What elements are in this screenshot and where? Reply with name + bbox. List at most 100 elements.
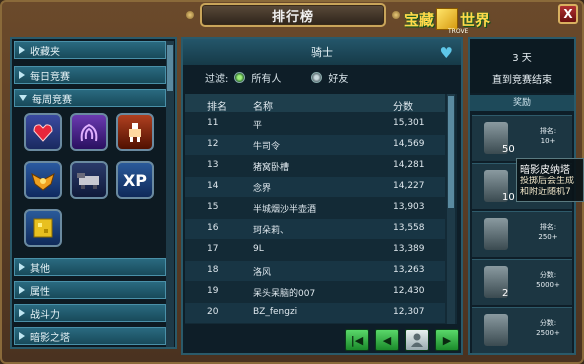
sidebar-item-shadow-tower[interactable]: 暗影之塔 bbox=[14, 327, 166, 345]
row-rank: 14 bbox=[207, 181, 219, 191]
sidebar-item-label: 战斗力 bbox=[30, 309, 60, 321]
title-rivet-right-icon bbox=[392, 11, 400, 19]
contest-days-left: 3 天 bbox=[512, 53, 532, 64]
chevron-down-icon bbox=[19, 95, 27, 101]
row-rank: 11 bbox=[207, 118, 219, 128]
reward-req-value: 2500+ bbox=[536, 329, 560, 337]
sidebar-item-attributes[interactable]: 属性 bbox=[14, 281, 166, 299]
logo-text-right: 世界 bbox=[460, 10, 491, 29]
sidebar-item-power[interactable]: 战斗力 bbox=[14, 304, 166, 322]
table-row[interactable]: 18 洛风 13,263 bbox=[185, 261, 445, 281]
logo-text-left: 宝藏 bbox=[404, 10, 435, 29]
reward-item[interactable]: 排名: 250+ bbox=[472, 211, 572, 257]
my-rank-button[interactable] bbox=[405, 329, 429, 351]
mount-icon bbox=[77, 173, 99, 189]
table-row[interactable]: 16 珂朵莉、 13,558 bbox=[185, 219, 445, 239]
row-score: 12,430 bbox=[393, 286, 425, 296]
weekly-contest-fighter[interactable] bbox=[116, 113, 154, 151]
row-rank: 13 bbox=[207, 160, 219, 170]
row-name: 半城烟沙半壶酒 bbox=[253, 205, 317, 215]
column-rank[interactable]: 排名 bbox=[207, 98, 227, 113]
tentacle-icon bbox=[80, 123, 98, 142]
reward-requirement: 排名: 10+ bbox=[528, 126, 568, 146]
logo-cube-icon bbox=[436, 8, 459, 30]
row-rank: 18 bbox=[207, 265, 219, 275]
row-score: 13,558 bbox=[393, 223, 425, 233]
table-scrollbar[interactable] bbox=[447, 94, 455, 324]
row-name: 念界 bbox=[253, 184, 272, 194]
next-page-button[interactable]: ▶ bbox=[435, 329, 459, 351]
filter-all-radio[interactable] bbox=[234, 71, 246, 83]
filter-all-label: 所有人 bbox=[251, 73, 282, 85]
sidebar-scrollbar[interactable] bbox=[166, 41, 174, 347]
table-row[interactable]: 13 猪窝卧槽 14,281 bbox=[185, 156, 445, 176]
row-name: 9L bbox=[253, 244, 264, 254]
arrow-left-icon: ◀ bbox=[382, 333, 392, 347]
contest-until-end: 直到竞赛结束 bbox=[492, 75, 552, 86]
weekly-contest-tentacle[interactable] bbox=[70, 113, 108, 151]
reward-requirement: 排名: 250+ bbox=[528, 222, 568, 242]
leaderboard-header: 骑士 ♥ bbox=[183, 39, 461, 65]
row-score: 13,263 bbox=[393, 265, 425, 275]
reward-tooltip: 暗影皮纳塔 投掷后会生成 和附近随机7 bbox=[516, 158, 584, 202]
column-score[interactable]: 分数 bbox=[393, 98, 413, 113]
reward-req-label: 排名: bbox=[539, 223, 557, 231]
sidebar-item-other[interactable]: 其他 bbox=[14, 258, 166, 276]
table-row[interactable]: 14 念界 14,227 bbox=[185, 177, 445, 197]
scrollbar-thumb[interactable] bbox=[448, 96, 454, 208]
category-sidebar: 收藏夹 每日竞赛 每周竞赛 XP 其他 属性 战斗力 暗影之塔 bbox=[10, 37, 177, 349]
sidebar-item-label: 属性 bbox=[30, 286, 50, 298]
table-row[interactable]: 19 呆头呆脑的007 12,430 bbox=[185, 282, 445, 302]
chevron-right-icon bbox=[19, 263, 25, 271]
row-rank: 16 bbox=[207, 223, 219, 233]
table-row[interactable]: 11 平 15,301 bbox=[185, 114, 445, 134]
weekly-contest-block-cube[interactable] bbox=[24, 209, 62, 247]
table-row[interactable]: 15 半城烟沙半壶酒 13,903 bbox=[185, 198, 445, 218]
row-score: 14,569 bbox=[393, 139, 425, 149]
reward-item[interactable]: 2 分数: 5000+ bbox=[472, 259, 572, 305]
weekly-contest-mount[interactable] bbox=[70, 161, 108, 199]
row-name: 珂朵莉、 bbox=[253, 226, 290, 236]
weekly-contest-heart-gem[interactable] bbox=[24, 113, 62, 151]
table-row[interactable]: 17 9L 13,389 bbox=[185, 240, 445, 260]
sidebar-item-weekly[interactable]: 每周竞赛 bbox=[14, 89, 166, 107]
reward-qty: 50 bbox=[502, 144, 515, 155]
leaderboard-table: 排名 名称 分数 11 平 15,301 12 牛司令 14,569 13 猪窝… bbox=[185, 94, 457, 324]
weekly-contest-xp[interactable]: XP bbox=[116, 161, 154, 199]
scrollbar-thumb[interactable] bbox=[167, 45, 173, 91]
row-rank: 19 bbox=[207, 286, 219, 296]
table-header: 排名 名称 分数 bbox=[185, 94, 445, 113]
row-rank: 20 bbox=[207, 307, 219, 317]
favorite-heart-icon[interactable]: ♥ bbox=[440, 44, 453, 62]
first-page-button[interactable]: |◀ bbox=[345, 329, 369, 351]
filter-friends-label: 好友 bbox=[328, 73, 349, 85]
prev-page-button[interactable]: ◀ bbox=[375, 329, 399, 351]
sidebar-item-daily[interactable]: 每日竞赛 bbox=[14, 66, 166, 84]
table-row[interactable]: 20 BZ_fengzi 12,307 bbox=[185, 303, 445, 323]
column-name[interactable]: 名称 bbox=[253, 98, 273, 113]
close-button[interactable]: X bbox=[558, 4, 578, 24]
filter-friends-radio[interactable] bbox=[311, 71, 323, 83]
row-name: 洛风 bbox=[253, 268, 272, 278]
leaderboard-class-title: 骑士 bbox=[311, 46, 333, 59]
xp-icon: XP bbox=[122, 170, 148, 190]
close-icon: X bbox=[563, 7, 573, 21]
table-row[interactable]: 12 牛司令 14,569 bbox=[185, 135, 445, 155]
row-name: 呆头呆脑的007 bbox=[253, 289, 316, 299]
contest-timer: 3 天 直到竞赛结束 bbox=[470, 39, 574, 93]
tooltip-title: 暗影皮纳塔 bbox=[520, 165, 570, 176]
sidebar-item-label: 收藏夹 bbox=[30, 46, 60, 58]
reward-item[interactable]: 分数: 2500+ bbox=[472, 307, 572, 353]
row-score: 12,307 bbox=[393, 307, 425, 317]
reward-req-value: 5000+ bbox=[536, 281, 560, 289]
reward-requirement: 分数: 5000+ bbox=[528, 270, 568, 290]
fighter-icon bbox=[129, 123, 141, 142]
title-rivet-left-icon bbox=[186, 11, 194, 19]
weekly-contest-wings-badge[interactable] bbox=[24, 161, 62, 199]
row-score: 14,281 bbox=[393, 160, 425, 170]
row-rank: 15 bbox=[207, 202, 219, 212]
reward-item[interactable]: 50 排名: 10+ bbox=[472, 115, 572, 161]
skip-to-first-icon: |◀ bbox=[350, 333, 364, 347]
sidebar-item-favorites[interactable]: 收藏夹 bbox=[14, 41, 166, 59]
reward-req-label: 排名: bbox=[539, 127, 557, 135]
